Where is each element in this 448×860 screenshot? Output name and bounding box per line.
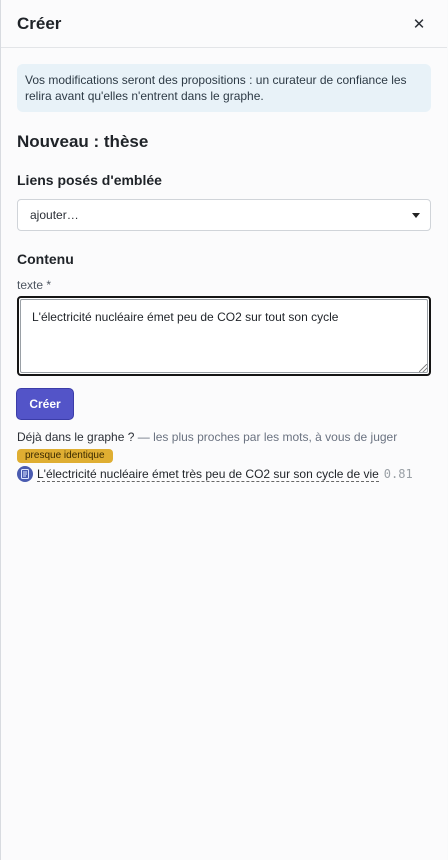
node-type-title: Nouveau : thèse	[17, 132, 149, 151]
panel-content: Vos modifications seront des proposition…	[1, 48, 447, 482]
create-button[interactable]: Créer	[17, 389, 73, 419]
similar-hint: — les plus proches par les mots, à vous …	[134, 430, 398, 444]
chevron-down-icon	[412, 212, 420, 218]
similar-item-link[interactable]: L'électricité nucléaire émet très peu de…	[37, 467, 379, 482]
create-panel: Créer ✕ Vos modifications seront des pro…	[0, 0, 447, 860]
links-select[interactable]: ajouter…	[17, 199, 431, 231]
text-field[interactable]: L'électricité nucléaire émet peu de CO2 …	[17, 296, 431, 376]
panel-title: Créer	[17, 13, 62, 33]
similar-item[interactable]: L'électricité nucléaire émet très peu de…	[17, 466, 431, 482]
panel-header: Créer ✕	[1, 0, 447, 48]
text-field-value[interactable]: L'électricité nucléaire émet peu de CO2 …	[20, 299, 428, 373]
proposal-notice: Vos modifications seront des proposition…	[17, 64, 431, 112]
similarity-badge: presque identique	[17, 449, 113, 463]
similar-question: Déjà dans le graphe ?	[17, 430, 135, 444]
links-select-value: ajouter…	[30, 208, 79, 222]
resize-handle-icon[interactable]	[419, 364, 427, 372]
similar-item-score: 0.81	[383, 467, 413, 481]
close-icon[interactable]: ✕	[407, 12, 431, 36]
links-section-title: Liens posés d'emblée	[17, 172, 162, 188]
document-icon	[17, 466, 33, 482]
text-field-label: texte *	[17, 278, 52, 292]
content-section-title: Contenu	[17, 251, 74, 267]
similar-heading: Déjà dans le graphe ? — les plus proches…	[17, 430, 431, 444]
